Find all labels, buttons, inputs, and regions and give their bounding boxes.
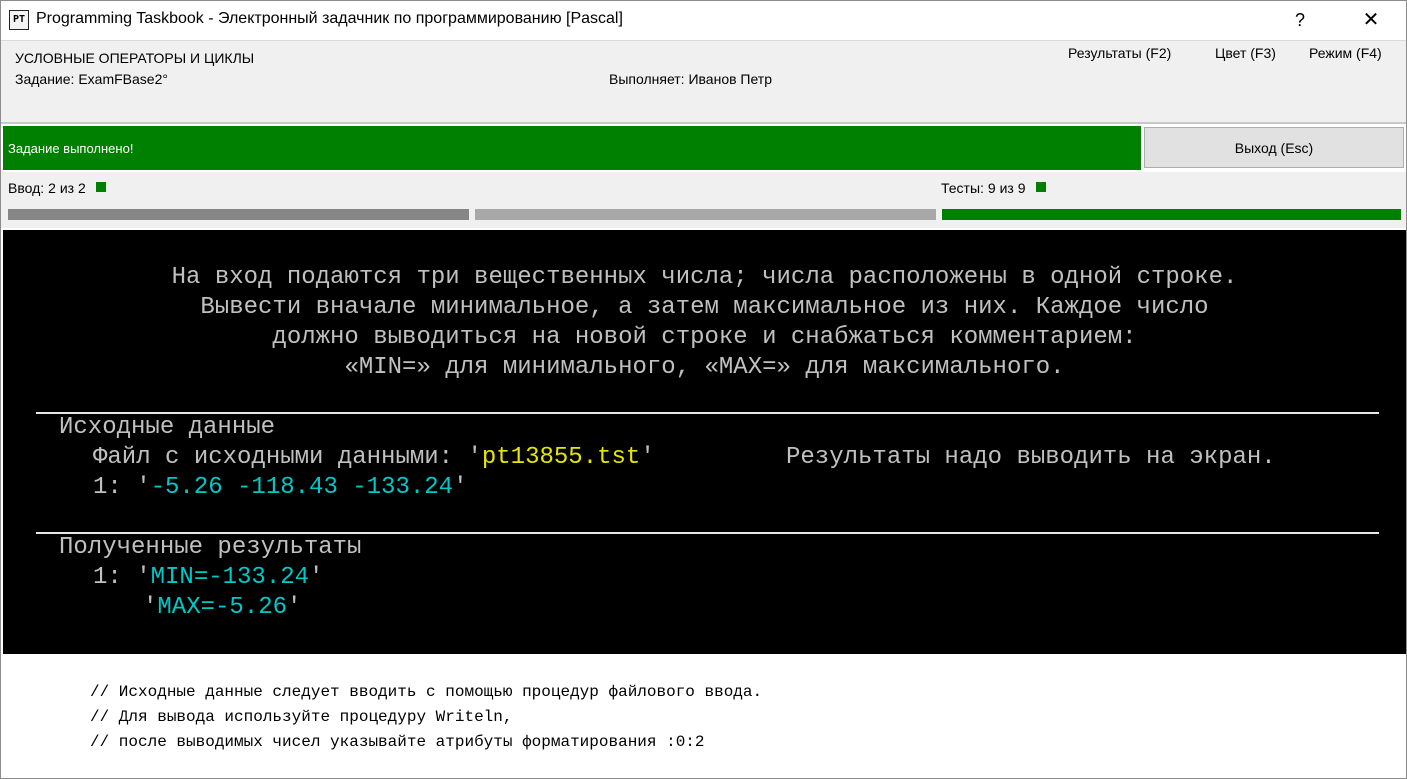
help-button[interactable]: ? xyxy=(1277,1,1323,39)
tests-done-indicator xyxy=(1035,182,1046,192)
tests-progress-label: Тесты: xyxy=(941,180,984,196)
source-file-name: pt13855.tst xyxy=(481,444,641,471)
results-heading: Полученные результаты xyxy=(59,534,362,561)
task-name: Задание: ExamFBase2° xyxy=(15,71,168,87)
title-bar[interactable]: PT Programming Taskbook - Электронный за… xyxy=(1,1,1406,39)
menu-results[interactable]: Результаты (F2) xyxy=(1068,45,1171,61)
input-done-indicator xyxy=(95,182,106,192)
header-divider xyxy=(1,122,1406,124)
result-line-start: ' xyxy=(143,594,158,621)
tests-progress: Тесты: 9 из 9 xyxy=(941,180,1050,196)
exit-button[interactable]: Выход (Esc) xyxy=(1144,127,1404,168)
source-file-suffix: ' xyxy=(640,444,655,471)
source-file-prefix: Файл с исходными данными: ' xyxy=(93,444,482,471)
menu-color[interactable]: Цвет (F3) xyxy=(1215,45,1276,61)
hint-comment: // после выводимых чисел указывайте атри… xyxy=(90,733,705,751)
results-line: 'MAX=-5.26' xyxy=(143,593,301,623)
input-progress-label: Ввод: xyxy=(8,180,45,196)
student-name: Выполняет: Иванов Петр xyxy=(609,71,773,87)
app-icon: PT xyxy=(9,10,29,30)
result-line-end: ' xyxy=(309,564,324,591)
source-line-value: -5.26 -118.43 -133.24 xyxy=(150,474,454,501)
status-message: Задание выполнено! xyxy=(8,141,134,156)
result-max-value: MAX=-5.26 xyxy=(157,594,288,621)
source-data-line: 1: '-5.26 -118.43 -133.24' xyxy=(93,473,467,503)
progress-bar-input xyxy=(8,209,469,220)
task-description-line: «MIN=» для минимального, «MAX=» для макс… xyxy=(344,354,1065,381)
input-progress-value: 2 из 2 xyxy=(48,180,86,196)
source-line-end: ' xyxy=(453,474,468,501)
source-heading: Исходные данные xyxy=(59,414,276,441)
source-line-number: 1: ' xyxy=(93,474,151,501)
result-line-number: 1: ' xyxy=(93,564,151,591)
screen-output-note: Результаты надо выводить на экран. xyxy=(786,444,1276,471)
task-description-line: Вывести вначале минимальное, а затем мак… xyxy=(200,294,1209,321)
progress-bar-tests xyxy=(942,209,1401,220)
results-line: 1: 'MIN=-133.24' xyxy=(93,563,323,593)
task-console: На вход подаются три вещественных числа;… xyxy=(3,230,1406,654)
result-min-value: MIN=-133.24 xyxy=(150,564,310,591)
task-header: УСЛОВНЫЕ ОПЕРАТОРЫ И ЦИКЛЫ Задание: Exam… xyxy=(1,40,1406,123)
task-description-line: На вход подаются три вещественных числа;… xyxy=(171,264,1238,291)
source-file-line: Файл с исходными данными: 'pt13855.tst' xyxy=(93,443,655,473)
menu-mode[interactable]: Режим (F4) xyxy=(1309,45,1382,61)
hint-comment: // Для вывода используйте процедуру Writ… xyxy=(90,708,513,726)
task-description-line: должно выводиться на новой строке и снаб… xyxy=(272,324,1137,351)
close-button[interactable]: ✕ xyxy=(1348,1,1394,39)
task-group: УСЛОВНЫЕ ОПЕРАТОРЫ И ЦИКЛЫ xyxy=(15,50,255,66)
progress-bar-middle xyxy=(475,209,936,220)
input-progress: Ввод: 2 из 2 xyxy=(8,180,110,196)
status-bar: Задание выполнено! xyxy=(3,126,1141,170)
result-line-end: ' xyxy=(287,594,302,621)
tests-progress-value: 9 из 9 xyxy=(987,180,1026,196)
hint-comment: // Исходные данные следует вводить с пом… xyxy=(90,683,763,701)
window-title: Programming Taskbook - Электронный задач… xyxy=(36,10,623,27)
